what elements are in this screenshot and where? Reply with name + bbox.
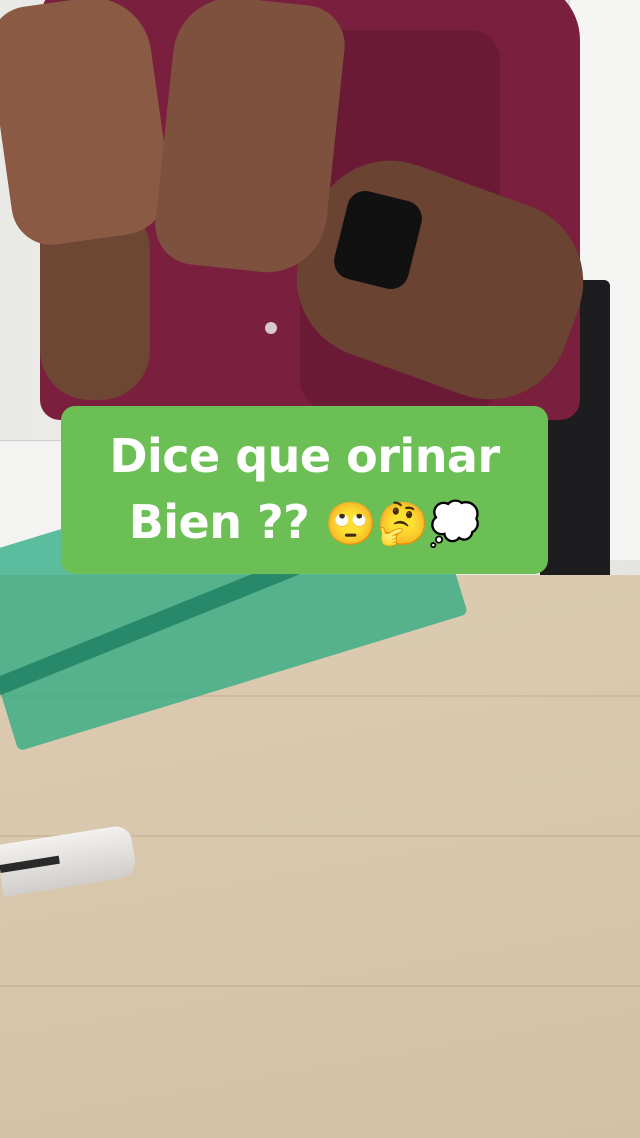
caption-line-1: Dice que orinar xyxy=(109,429,500,483)
shirt-button xyxy=(265,322,277,334)
caption-line-2: Bien ?? 🙄🤔💭 xyxy=(129,489,481,557)
caption-line-2-text: Bien ?? xyxy=(128,495,310,549)
caption-box: Dice que orinar Bien ?? 🙄🤔💭 xyxy=(61,406,548,574)
right-hand xyxy=(151,0,349,279)
wood-grain xyxy=(0,985,640,987)
emoji-group: 🙄🤔💭 xyxy=(324,499,481,548)
video-frame: Dice que orinar Bien ?? 🙄🤔💭 xyxy=(0,0,640,1138)
